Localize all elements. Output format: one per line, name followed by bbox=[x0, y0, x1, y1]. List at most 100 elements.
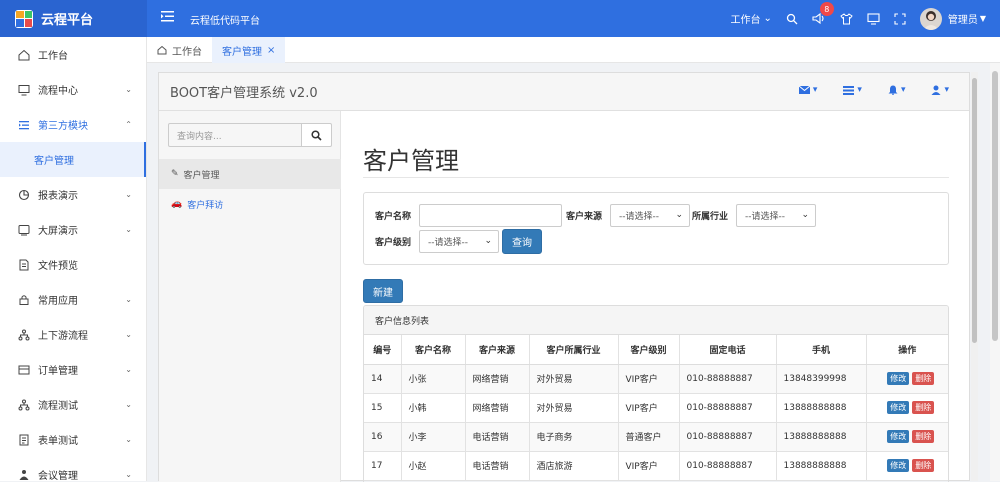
sidebar-item-9[interactable]: 订单管理 ⌄ bbox=[0, 352, 146, 387]
brand-logo-icon bbox=[15, 9, 33, 28]
table-cell: 010-88888887 bbox=[679, 451, 777, 481]
sidebar-item-8[interactable]: 上下游流程 ⌄ bbox=[0, 317, 146, 352]
table-cell: VIP客户 bbox=[618, 451, 680, 481]
table-cell: 13888888888 bbox=[776, 451, 867, 481]
delete-button[interactable]: 删除 bbox=[912, 459, 935, 472]
shirt-icon[interactable] bbox=[840, 12, 853, 25]
inner-nav-customer-management[interactable]: ✎ 客户管理 bbox=[159, 159, 341, 189]
table-cell: 网络营销 bbox=[465, 393, 530, 423]
file-icon bbox=[18, 259, 30, 271]
edit-button[interactable]: 修改 bbox=[887, 459, 910, 472]
tab-close-icon[interactable]: × bbox=[267, 45, 275, 56]
column-header: 客户来源 bbox=[465, 335, 530, 365]
chevron-icon: ⌄ bbox=[125, 365, 132, 374]
table-cell: 对外贸易 bbox=[529, 364, 619, 394]
sidebar-item-12[interactable]: 会议管理 ⌄ bbox=[0, 457, 146, 481]
brand[interactable]: 云程平台 bbox=[0, 0, 147, 37]
notification-bell-icon[interactable]: 8 bbox=[812, 2, 834, 25]
customer-level-label: 客户级别 bbox=[375, 238, 412, 248]
alerts-dropdown-icon[interactable]: ▾ bbox=[888, 85, 905, 95]
delete-button[interactable]: 删除 bbox=[912, 372, 935, 385]
actions-cell: 修改 删除 bbox=[866, 451, 948, 481]
sidebar-item-5[interactable]: 大屏演示 ⌄ bbox=[0, 212, 146, 247]
envelope-dropdown-icon[interactable]: ▾ bbox=[798, 85, 817, 95]
table-cell: 14 bbox=[364, 364, 402, 394]
chevron-icon: ⌄ bbox=[125, 470, 132, 479]
inner-scrollbar[interactable] bbox=[971, 72, 978, 481]
sidebar-item-10[interactable]: 流程测试 ⌄ bbox=[0, 387, 146, 422]
monitor-icon bbox=[18, 84, 30, 96]
sidebar-item-label: 第三方模块 bbox=[38, 121, 88, 132]
table-row: 15 小韩 网络营销 对外贸易 VIP客户 010-88888887 13888888888… bbox=[364, 393, 948, 423]
inner-search-box: 查询内容... bbox=[168, 123, 332, 147]
fullscreen-icon[interactable] bbox=[894, 12, 906, 25]
sidebar-item-label: 工作台 bbox=[38, 51, 68, 62]
inner-search-button[interactable] bbox=[302, 123, 332, 147]
brand-title: 云程平台 bbox=[41, 13, 94, 28]
sidebar-item-3[interactable]: 客户管理 bbox=[0, 142, 146, 177]
edit-button[interactable]: 修改 bbox=[887, 430, 910, 443]
chevron-icon: ⌄ bbox=[125, 295, 132, 304]
tasks-dropdown-icon[interactable]: ▾ bbox=[843, 85, 862, 95]
industry-label: 所属行业 bbox=[692, 212, 729, 222]
sidebar-item-11[interactable]: 表单测试 ⌄ bbox=[0, 422, 146, 457]
column-header: 客户名称 bbox=[401, 335, 466, 365]
sidebar-item-0[interactable]: 工作台 bbox=[0, 37, 146, 72]
edit-button[interactable]: 修改 bbox=[887, 372, 910, 385]
outer-scrollbar-thumb[interactable] bbox=[992, 71, 998, 341]
delete-button[interactable]: 删除 bbox=[912, 430, 935, 443]
user-dropdown-icon[interactable]: ▾ bbox=[931, 85, 949, 95]
search-button[interactable]: 查询 bbox=[502, 229, 542, 254]
sidebar-item-label: 大屏演示 bbox=[38, 226, 78, 237]
actions-cell: 修改 删除 bbox=[866, 393, 948, 423]
avatar bbox=[919, 7, 942, 30]
table-cell: 普通客户 bbox=[618, 422, 680, 452]
inner-scrollbar-thumb[interactable] bbox=[972, 78, 977, 343]
table-cell: VIP客户 bbox=[618, 364, 680, 394]
table-cell: 小韩 bbox=[401, 393, 466, 423]
workbench-dropdown[interactable]: 工作台 ⌄ bbox=[730, 11, 771, 26]
menu-fold-icon[interactable] bbox=[160, 9, 175, 24]
sidebar-item-label: 会议管理 bbox=[38, 471, 78, 481]
search-icon bbox=[311, 129, 322, 141]
user-menu[interactable]: 管理员 ▼ bbox=[919, 7, 986, 30]
table-cell: 15 bbox=[364, 393, 402, 423]
column-header: 手机 bbox=[776, 335, 867, 365]
tab-workbench[interactable]: 工作台 bbox=[147, 37, 212, 63]
sidebar-item-label: 报表演示 bbox=[38, 191, 78, 202]
table-row: 14 小张 网络营销 对外贸易 VIP客户 010-88888887 13848399998… bbox=[364, 364, 948, 394]
edit-button[interactable]: 修改 bbox=[887, 401, 910, 414]
table-cell: 010-88888887 bbox=[679, 422, 777, 452]
tab-customer-management[interactable]: 客户管理 × bbox=[212, 37, 286, 63]
filter-form: 客户名称 客户来源 --请选择-- ⌄ 所属行业 --请选择-- ⌄ 客户级别 --… bbox=[363, 192, 949, 265]
customer-source-select[interactable]: --请选择-- ⌄ bbox=[610, 204, 690, 227]
inner-left-nav: 查询内容... ✎ 客户管理 🚗 客户拜访 bbox=[159, 111, 341, 482]
inner-search-input[interactable]: 查询内容... bbox=[168, 123, 302, 147]
sidebar-item-label: 订单管理 bbox=[38, 366, 78, 377]
app-icon bbox=[18, 294, 30, 306]
delete-button[interactable]: 删除 bbox=[912, 401, 935, 414]
customer-level-select[interactable]: --请选择-- ⌄ bbox=[419, 230, 499, 253]
sidebar-item-7[interactable]: 常用应用 ⌄ bbox=[0, 282, 146, 317]
flow-test-icon bbox=[18, 399, 30, 411]
table-cell: 对外贸易 bbox=[529, 393, 619, 423]
inner-nav-customer-visit[interactable]: 🚗 客户拜访 bbox=[159, 189, 341, 219]
monitor-icon[interactable] bbox=[867, 12, 880, 25]
sidebar-item-2[interactable]: 第三方模块 ⌃ bbox=[0, 107, 146, 142]
chevron-icon: ⌄ bbox=[125, 435, 132, 444]
actions-cell: 修改 删除 bbox=[866, 364, 948, 394]
customer-name-input[interactable] bbox=[419, 204, 562, 227]
new-button[interactable]: 新建 bbox=[363, 279, 403, 303]
table-row: 16 小李 电话营销 电子商务 普通客户 010-88888887 13888888888 修… bbox=[364, 422, 948, 452]
sidebar-item-6[interactable]: 文件预览 bbox=[0, 247, 146, 282]
industry-select[interactable]: --请选择-- ⌄ bbox=[736, 204, 816, 227]
table-cell: 电话营销 bbox=[465, 422, 530, 452]
search-icon[interactable] bbox=[786, 13, 798, 25]
sidebar-item-label: 客户管理 bbox=[34, 156, 74, 167]
sidebar-item-1[interactable]: 流程中心 ⌄ bbox=[0, 72, 146, 107]
sidebar-item-label: 文件预览 bbox=[38, 261, 78, 272]
outer-scrollbar[interactable] bbox=[990, 63, 1000, 481]
chart-icon bbox=[18, 189, 30, 201]
chevron-icon: ⌄ bbox=[125, 85, 132, 94]
sidebar-item-4[interactable]: 报表演示 ⌄ bbox=[0, 177, 146, 212]
